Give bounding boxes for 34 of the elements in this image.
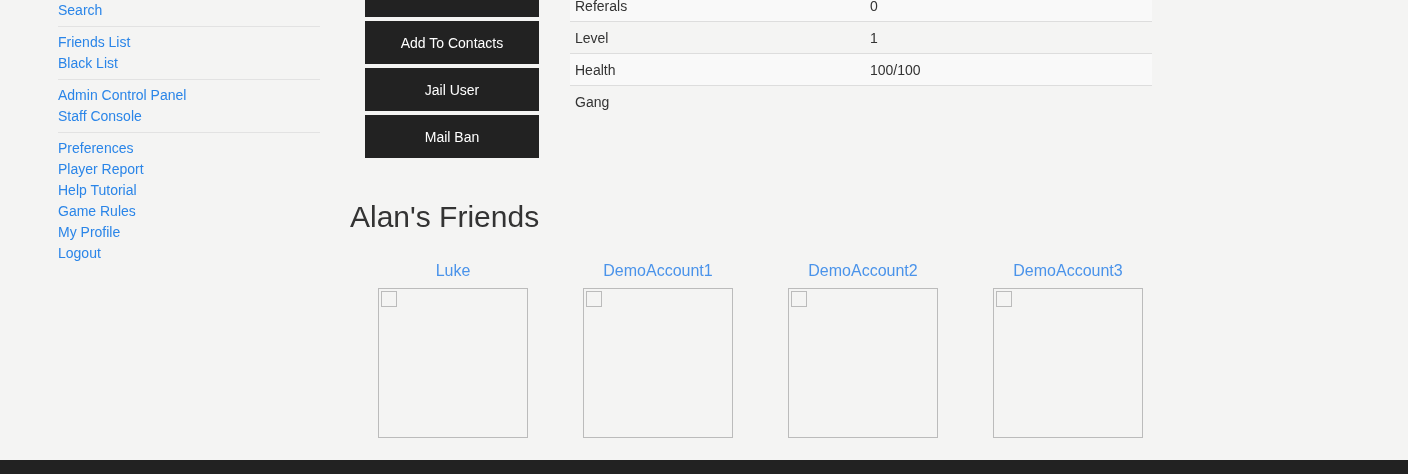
- avatar-frame[interactable]: [993, 288, 1143, 438]
- stat-value: 100/100: [869, 61, 921, 78]
- stat-label: Level: [574, 29, 610, 46]
- sidebar-link[interactable]: Game Rules: [58, 201, 320, 222]
- stat-label: Health: [574, 61, 617, 78]
- section-heading: Alan's Friends: [350, 200, 541, 234]
- broken-image-icon: [996, 291, 1012, 307]
- sidebar-link[interactable]: Black List: [58, 53, 320, 74]
- sidebar-link[interactable]: Player Report: [58, 159, 320, 180]
- sidebar-link[interactable]: Admin Control Panel: [58, 85, 320, 106]
- stat-label: Referals: [574, 0, 629, 14]
- sidebar-link[interactable]: Help Tutorial: [58, 180, 320, 201]
- sidebar-link[interactable]: Staff Console: [58, 106, 320, 127]
- action-button[interactable]: Mail Ban: [365, 115, 539, 158]
- action-button[interactable]: Jail User: [365, 68, 539, 111]
- broken-image-icon: [791, 291, 807, 307]
- sidebar-link[interactable]: My Profile: [58, 222, 320, 243]
- friend-name-link[interactable]: DemoAccount1: [603, 262, 713, 280]
- stat-value: 1: [869, 29, 878, 46]
- sidebar-link[interactable]: Preferences: [58, 138, 320, 159]
- avatar-frame[interactable]: [788, 288, 938, 438]
- broken-image-icon: [586, 291, 602, 307]
- stat-label: Gang: [574, 93, 611, 110]
- stat-value: 0: [869, 0, 878, 14]
- sidebar-link[interactable]: Logout: [58, 243, 320, 264]
- broken-image-icon: [381, 291, 397, 307]
- avatar-frame[interactable]: [378, 288, 528, 438]
- sidebar-link[interactable]: Friends List: [58, 32, 320, 53]
- action-button[interactable]: Add To Contacts: [365, 21, 539, 64]
- friend-name-link[interactable]: DemoAccount3: [1013, 262, 1123, 280]
- avatar-frame[interactable]: [583, 288, 733, 438]
- sidebar-link[interactable]: Search: [58, 0, 320, 21]
- friend-name-link[interactable]: DemoAccount2: [808, 262, 918, 280]
- friend-name-link[interactable]: Luke: [435, 262, 471, 280]
